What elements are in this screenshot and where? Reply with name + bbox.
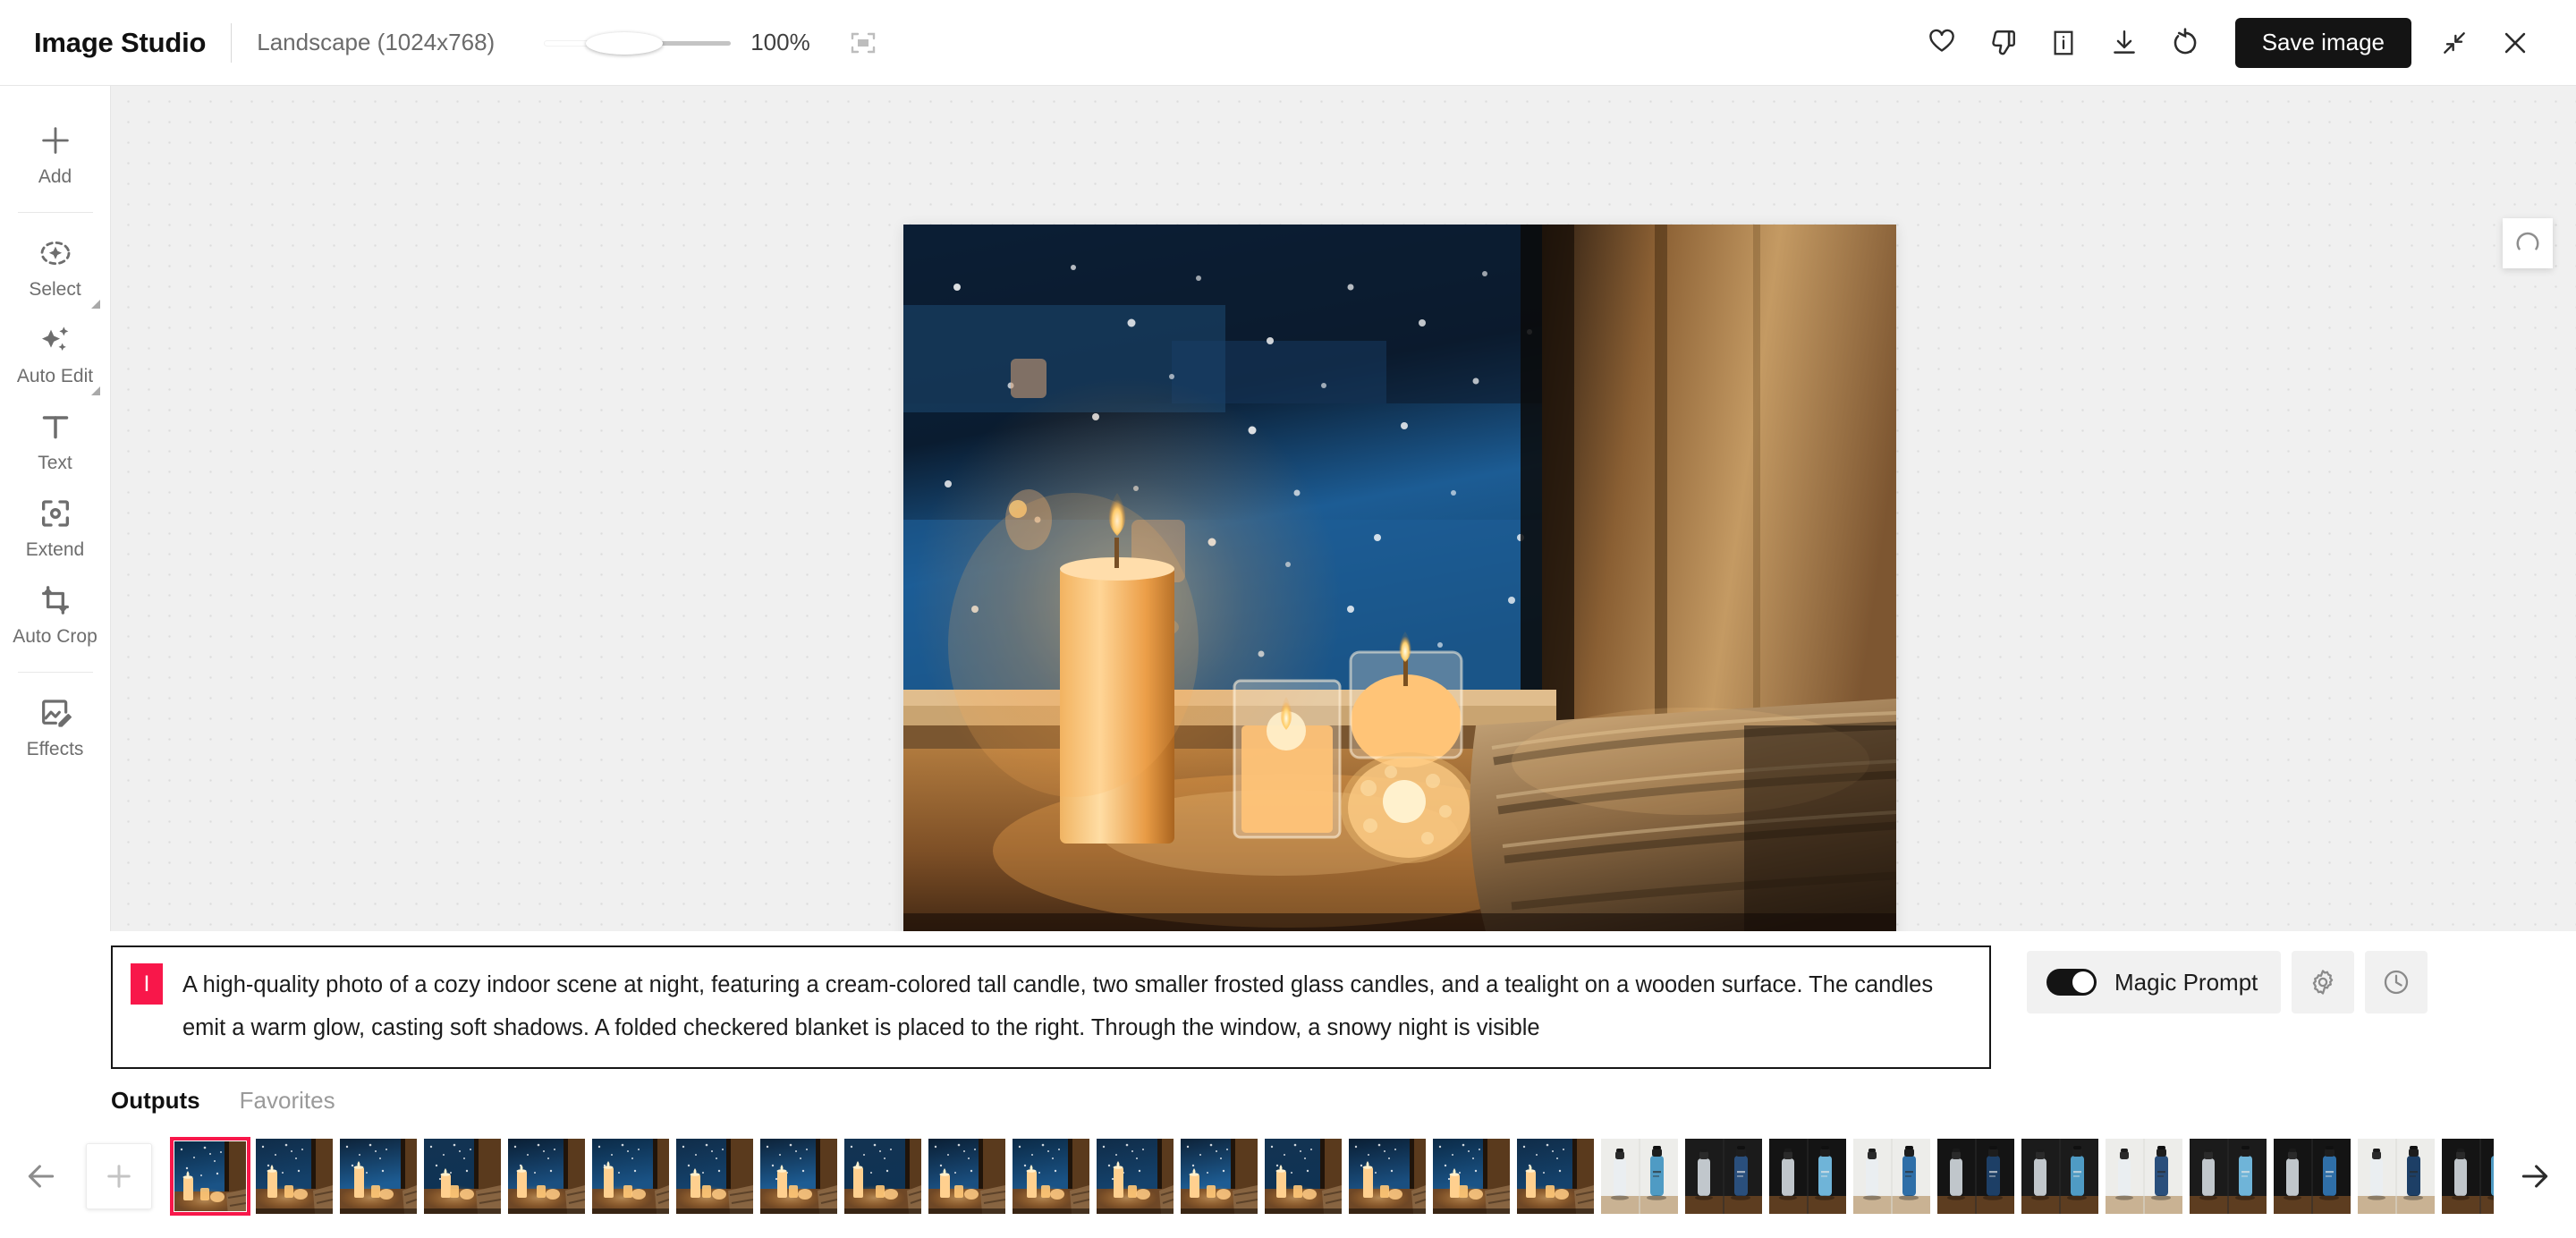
magic-prompt-toggle[interactable]: Magic Prompt — [2027, 951, 2282, 1013]
toggle-knob — [2072, 971, 2094, 993]
thumbnail-selected[interactable] — [170, 1137, 250, 1216]
sidebar-item-select[interactable]: Select — [9, 224, 102, 310]
prompt-input[interactable]: I A high-quality photo of a cozy indoor … — [111, 945, 1991, 1069]
auto-crop-icon — [38, 582, 73, 618]
text-icon — [38, 409, 73, 445]
sparkles-icon — [38, 322, 73, 358]
app-header: Image Studio Landscape (1024x768) 100% S… — [0, 0, 2576, 86]
submenu-indicator-icon — [90, 300, 100, 309]
thumbnail[interactable] — [508, 1139, 585, 1214]
zoom-level-label: 100% — [750, 29, 810, 55]
image-canvas[interactable] — [111, 86, 2576, 931]
submenu-indicator-icon — [90, 386, 100, 395]
thumbnail[interactable] — [2190, 1139, 2267, 1214]
tools-sidebar: Add Select Auto Edit Text Extend Auto Cr… — [0, 86, 111, 931]
info-button[interactable] — [2038, 18, 2089, 68]
sidebar-item-extend[interactable]: Extend — [9, 484, 102, 571]
tab-outputs[interactable]: Outputs — [111, 1087, 200, 1115]
prompt-text[interactable]: A high-quality photo of a cozy indoor sc… — [182, 963, 1971, 1049]
thumbnail[interactable] — [2358, 1139, 2435, 1214]
fit-to-screen-button[interactable] — [845, 25, 881, 61]
thumbnail[interactable] — [1601, 1139, 1678, 1214]
tab-favorites[interactable]: Favorites — [240, 1087, 335, 1115]
aspect-ratio-label: Landscape (1024x768) — [257, 29, 496, 55]
sidebar-item-label: Auto Edit — [16, 366, 94, 386]
sidebar-item-label: Text — [38, 453, 72, 473]
filmstrip-prev-button[interactable] — [0, 1124, 82, 1229]
regenerate-button[interactable] — [2160, 18, 2210, 68]
sidebar-divider-1 — [17, 212, 93, 213]
thumbnail[interactable] — [1097, 1139, 1174, 1214]
effects-icon — [38, 695, 73, 731]
sidebar-item-label: Auto Crop — [13, 626, 97, 647]
plus-icon — [38, 123, 73, 158]
sidebar-item-label: Effects — [26, 739, 84, 759]
sidebar-divider-2 — [17, 672, 93, 673]
thumbnail[interactable] — [760, 1139, 837, 1214]
collapse-button[interactable] — [2429, 18, 2479, 68]
thumbnail-list[interactable] — [82, 1124, 2494, 1229]
close-button[interactable] — [2490, 18, 2540, 68]
thumbnail[interactable] — [1685, 1139, 1762, 1214]
thumbnail[interactable] — [2274, 1139, 2351, 1214]
header-divider — [231, 22, 233, 63]
zoom-slider-thumb[interactable] — [585, 31, 663, 55]
thumbnail[interactable] — [1181, 1139, 1258, 1214]
prompt-tools: Magic Prompt — [2027, 945, 2428, 1013]
magic-prompt-label: Magic Prompt — [2114, 968, 2258, 996]
zoom-slider[interactable] — [545, 31, 732, 55]
thumbnail[interactable] — [1013, 1139, 1089, 1214]
loading-card — [2503, 218, 2553, 268]
sidebar-item-label: Select — [29, 279, 81, 300]
thumbnail[interactable] — [256, 1139, 333, 1214]
prompt-settings-button[interactable] — [2292, 951, 2355, 1013]
spinner-icon — [2514, 230, 2541, 257]
sidebar-item-add[interactable]: Add — [9, 111, 102, 198]
select-icon — [38, 235, 73, 271]
image-studio-window: Image Studio Landscape (1024x768) 100% S… — [0, 0, 2576, 1238]
thumbnail[interactable] — [1265, 1139, 1342, 1214]
thumbnail[interactable] — [2021, 1139, 2098, 1214]
editor-body: Add Select Auto Edit Text Extend Auto Cr… — [0, 86, 2576, 931]
zoom-controls: 100% — [545, 25, 881, 61]
generated-image[interactable] — [903, 225, 1896, 931]
thumbnail[interactable] — [2442, 1139, 2494, 1214]
thumbnail[interactable] — [1769, 1139, 1846, 1214]
save-image-button[interactable]: Save image — [2234, 17, 2411, 68]
page-title: Image Studio — [34, 26, 207, 58]
thumbnail[interactable] — [424, 1139, 501, 1214]
download-button[interactable] — [2099, 18, 2149, 68]
thumbnail[interactable] — [592, 1139, 669, 1214]
filmstrip-next-button[interactable] — [2494, 1124, 2576, 1229]
sidebar-item-text[interactable]: Text — [9, 397, 102, 484]
toggle-switch[interactable] — [2046, 969, 2097, 996]
thumbnail[interactable] — [1517, 1139, 1594, 1214]
thumbnail[interactable] — [1853, 1139, 1930, 1214]
sidebar-item-auto-edit[interactable]: Auto Edit — [9, 310, 102, 397]
thumbnail[interactable] — [1937, 1139, 2014, 1214]
prompt-history-button[interactable] — [2365, 951, 2428, 1013]
extend-icon — [38, 496, 73, 531]
gear-icon — [2309, 968, 2337, 996]
outputs-filmstrip — [0, 1124, 2576, 1238]
outputs-tabs: Outputs Favorites — [0, 1076, 2576, 1124]
sidebar-item-auto-crop[interactable]: Auto Crop — [9, 571, 102, 657]
header-actions: Save image — [1911, 17, 2546, 68]
thumbnail[interactable] — [2106, 1139, 2182, 1214]
add-output-button[interactable] — [86, 1143, 152, 1209]
thumbnail[interactable] — [1349, 1139, 1426, 1214]
thumbnail[interactable] — [676, 1139, 753, 1214]
prompt-badge: I — [131, 963, 163, 1005]
sidebar-item-label: Extend — [25, 539, 85, 560]
clock-icon — [2382, 968, 2411, 996]
prompt-bar: I A high-quality photo of a cozy indoor … — [0, 931, 2576, 1076]
thumbnail[interactable] — [1433, 1139, 1510, 1214]
thumbnail[interactable] — [340, 1139, 417, 1214]
thumbnail[interactable] — [928, 1139, 1005, 1214]
dislike-button[interactable] — [1978, 18, 2028, 68]
sidebar-item-label: Add — [38, 166, 72, 187]
sidebar-item-effects[interactable]: Effects — [9, 683, 102, 770]
favorite-button[interactable] — [1917, 18, 1967, 68]
thumbnail[interactable] — [844, 1139, 921, 1214]
